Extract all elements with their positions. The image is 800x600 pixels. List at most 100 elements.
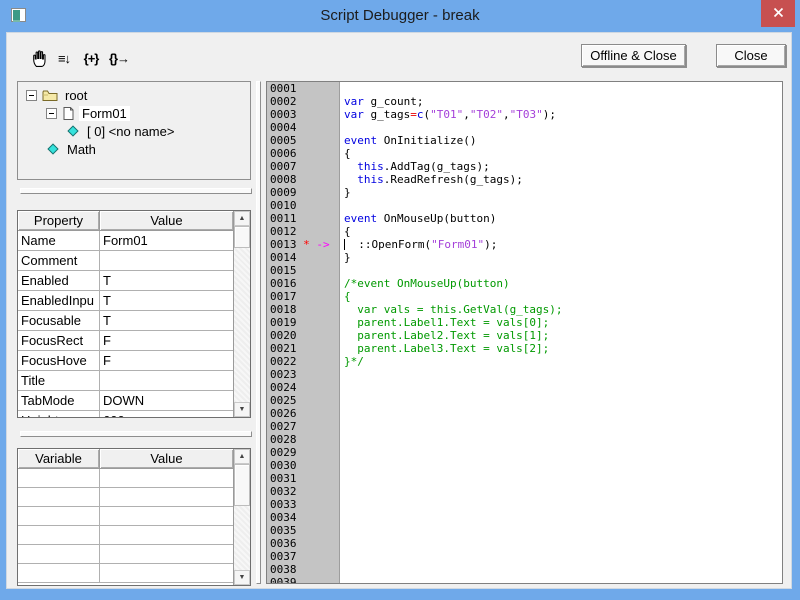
line-number-gutter[interactable]: 0033 — [267, 498, 340, 511]
line-number-gutter[interactable]: 0022 — [267, 355, 340, 368]
variable-table-row[interactable] — [18, 564, 234, 583]
code-text[interactable] — [340, 368, 344, 381]
code-line[interactable]: 0022}*/ — [267, 355, 782, 368]
code-line[interactable]: 0006{ — [267, 147, 782, 160]
property-table-cell[interactable]: T — [100, 291, 234, 311]
code-line[interactable]: 0010 — [267, 199, 782, 212]
code-line[interactable]: 0017{ — [267, 290, 782, 303]
line-number-gutter[interactable]: 0011 — [267, 212, 340, 225]
line-number-gutter[interactable]: 0005 — [267, 134, 340, 147]
code-text[interactable]: var g_tags=c("T01","T02","T03"); — [340, 108, 556, 121]
code-line[interactable]: 0008 this.ReadRefresh(g_tags); — [267, 173, 782, 186]
variable-table-cell[interactable] — [18, 488, 100, 507]
property-table-cell[interactable]: Enabled — [18, 271, 100, 291]
code-text[interactable]: var g_count; — [340, 95, 423, 108]
line-number-gutter[interactable]: 0026 — [267, 407, 340, 420]
code-line[interactable]: 0031 — [267, 472, 782, 485]
code-line[interactable]: 0018 var vals = this.GetVal(g_tags); — [267, 303, 782, 316]
code-text[interactable]: } — [340, 251, 351, 264]
line-number-gutter[interactable]: 0034 — [267, 511, 340, 524]
code-text[interactable]: }*/ — [340, 355, 364, 368]
code-text[interactable] — [340, 498, 344, 511]
property-table-cell[interactable]: TabMode — [18, 391, 100, 411]
property-table-cell[interactable]: Height — [18, 411, 100, 418]
code-text[interactable] — [340, 511, 344, 524]
variable-table-cell[interactable] — [100, 469, 234, 488]
code-text[interactable]: } — [340, 186, 351, 199]
code-line[interactable]: 0019 parent.Label1.Text = vals[0]; — [267, 316, 782, 329]
code-line[interactable]: 0007 this.AddTag(g_tags); — [267, 160, 782, 173]
scrollbar-track[interactable] — [234, 248, 250, 402]
property-table-row[interactable]: FocusHoveF — [18, 351, 234, 371]
variable-table-scrollbar[interactable]: ▲▼ — [233, 449, 250, 585]
variable-table-row[interactable] — [18, 545, 234, 564]
code-text[interactable]: parent.Label1.Text = vals[0]; — [340, 316, 549, 329]
scrollbar-thumb[interactable] — [234, 464, 250, 506]
variable-table-cell[interactable] — [100, 564, 234, 583]
code-line[interactable]: 0037 — [267, 550, 782, 563]
step-into-icon[interactable]: {+} — [79, 46, 103, 70]
line-number-gutter[interactable]: 0027 — [267, 420, 340, 433]
code-text[interactable] — [340, 550, 344, 563]
line-number-gutter[interactable]: 0001 — [267, 82, 340, 95]
code-line[interactable]: 0009} — [267, 186, 782, 199]
line-number-gutter[interactable]: 0029 — [267, 446, 340, 459]
property-table-row[interactable]: TabModeDOWN — [18, 391, 234, 411]
line-number-gutter[interactable]: 0035 — [267, 524, 340, 537]
step-icon[interactable]: ≡↓ — [52, 46, 76, 70]
pane-splitter[interactable] — [256, 81, 261, 584]
code-line[interactable]: 0036 — [267, 537, 782, 550]
code-line[interactable]: 0011event OnMouseUp(button) — [267, 212, 782, 225]
code-line[interactable]: 0035 — [267, 524, 782, 537]
code-text[interactable]: { — [340, 147, 351, 160]
property-table-row[interactable]: EnabledInpuT — [18, 291, 234, 311]
variable-table-cell[interactable] — [18, 564, 100, 583]
code-text[interactable] — [340, 459, 344, 472]
line-number-gutter[interactable]: 0010 — [267, 199, 340, 212]
line-number-gutter[interactable]: 0036 — [267, 537, 340, 550]
code-text[interactable] — [340, 420, 344, 433]
code-line[interactable]: 0023 — [267, 368, 782, 381]
variable-table-cell[interactable] — [100, 488, 234, 507]
close-button[interactable] — [761, 0, 795, 27]
code-line[interactable]: 0001 — [267, 82, 782, 95]
line-number-gutter[interactable]: 0009 — [267, 186, 340, 199]
property-table-cell[interactable]: Focusable — [18, 311, 100, 331]
property-table-row[interactable]: Comment — [18, 251, 234, 271]
line-number-gutter[interactable]: 0004 — [267, 121, 340, 134]
line-number-gutter[interactable]: 0002 — [267, 95, 340, 108]
code-line[interactable]: 0012{ — [267, 225, 782, 238]
property-table-cell[interactable]: T — [100, 311, 234, 331]
line-number-gutter[interactable]: 0013 * -> — [267, 238, 340, 251]
code-text[interactable] — [340, 433, 344, 446]
code-line[interactable]: 0020 parent.Label2.Text = vals[1]; — [267, 329, 782, 342]
property-table-header-cell[interactable]: Property — [18, 211, 100, 231]
scrollbar-track[interactable] — [234, 506, 250, 570]
property-table-row[interactable]: FocusRectF — [18, 331, 234, 351]
code-text[interactable] — [340, 199, 344, 212]
code-editor[interactable]: 00010002var g_count;0003var g_tags=c("T0… — [266, 81, 783, 584]
code-line[interactable]: 0016/*event OnMouseUp(button) — [267, 277, 782, 290]
code-text[interactable]: /*event OnMouseUp(button) — [340, 277, 510, 290]
code-line[interactable]: 0013 * -> ::OpenForm("Form01"); — [267, 238, 782, 251]
property-table-cell[interactable]: FocusHove — [18, 351, 100, 371]
code-text[interactable] — [340, 472, 344, 485]
breakpoint-icon[interactable]: * — [303, 238, 310, 251]
property-table-cell[interactable]: EnabledInpu — [18, 291, 100, 311]
variable-table-cell[interactable] — [18, 469, 100, 488]
property-table-cell[interactable]: FocusRect — [18, 331, 100, 351]
line-number-gutter[interactable]: 0017 — [267, 290, 340, 303]
variable-table-row[interactable] — [18, 526, 234, 545]
variable-table-row[interactable] — [18, 469, 234, 488]
code-text[interactable] — [340, 82, 344, 95]
variable-table-cell[interactable] — [100, 545, 234, 564]
variable-table-cell[interactable] — [100, 526, 234, 545]
property-table-row[interactable]: Title — [18, 371, 234, 391]
line-number-gutter[interactable]: 0031 — [267, 472, 340, 485]
property-table-cell[interactable]: F — [100, 331, 234, 351]
code-text[interactable]: parent.Label3.Text = vals[2]; — [340, 342, 549, 355]
variable-table-cell[interactable] — [18, 507, 100, 526]
table-splitter[interactable] — [20, 431, 252, 437]
code-text[interactable] — [340, 537, 344, 550]
property-table-cell[interactable]: Comment — [18, 251, 100, 271]
